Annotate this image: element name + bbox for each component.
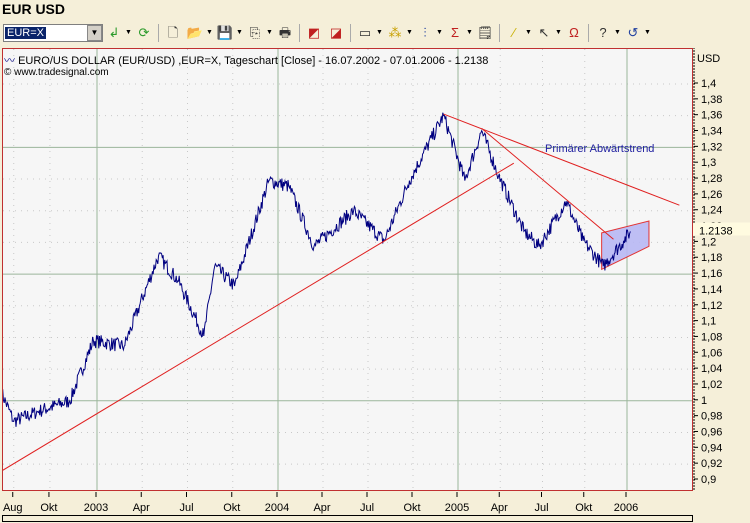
x-tick-label: Okt (575, 502, 592, 514)
dropdown-arrow-icon[interactable]: ▼ (206, 29, 214, 36)
y-tick-label: 1,3 (701, 157, 716, 169)
help-icon[interactable]: ? (594, 24, 612, 42)
x-tick-label: 2005 (445, 502, 469, 514)
indicator-icon[interactable]: ⁂ (386, 24, 404, 42)
separator (588, 23, 589, 42)
y-tick-label: 1,26 (701, 189, 722, 201)
copy-icon[interactable]: ⎘ (246, 24, 264, 42)
chart-header: 〰 EURO/US DOLLAR (EUR/USD) ,EUR=X, Tages… (4, 52, 488, 68)
price-axis[interactable]: 1,41,381,361,341,321,31,281,261,241,221,… (693, 47, 750, 491)
dropdown-arrow-icon[interactable]: ▼ (525, 29, 533, 36)
y-tick-label: 0,92 (701, 458, 722, 470)
dropdown-arrow-icon[interactable]: ▼ (266, 29, 274, 36)
dropdown-arrow-icon[interactable]: ▼ (555, 29, 563, 36)
y-tick-label: 1,28 (701, 173, 722, 185)
separator (350, 23, 351, 42)
x-tick-label: Apr (313, 502, 330, 514)
x-tick-label: Aug (3, 502, 23, 514)
y-tick-label: 1,06 (701, 347, 722, 359)
price-chart[interactable]: Primärer Abwärtstrend (0, 49, 692, 490)
x-tick-label: Apr (133, 502, 150, 514)
line-chart-icon: 〰 (4, 55, 15, 67)
chevron-down-icon[interactable]: ▼ (87, 24, 102, 41)
y-tick-label: 1,1 (701, 316, 716, 328)
chart-plot-area[interactable]: Primärer Abwärtstrend (0, 48, 693, 491)
symbol-value[interactable]: EUR=X (5, 26, 46, 39)
x-tick-label: Jul (360, 502, 374, 514)
y-tick-label: 1,36 (701, 110, 722, 122)
toolbar: EUR=X ▼ ↲ ▼ ⟳ 🗋 📂 ▼ 💾 ▼ ⎘ ▼ 🖶 ◩ ◪ ▭ ▼ ⁂ ▼ ⫶ ▼ Σ ▼… (0, 20, 750, 45)
x-tick-label: 2004 (265, 502, 289, 514)
y-tick-label: 1,34 (701, 126, 722, 138)
separator (299, 23, 300, 42)
x-tick-label: Okt (403, 502, 420, 514)
y-tick-label: 0,9 (701, 474, 716, 486)
trendline-primary-downtrend (443, 113, 680, 206)
y-tick-label: 0,94 (701, 442, 722, 454)
x-tick-label: 2006 (614, 502, 638, 514)
open-folder-icon[interactable]: 📂 (186, 24, 204, 42)
chart-forward-icon[interactable]: ◪ (327, 24, 345, 42)
y-tick-label: 1,4 (701, 78, 716, 90)
go-arrow-icon[interactable]: ↲ (105, 24, 123, 42)
separator (158, 23, 159, 42)
y-tick-label: 1,14 (701, 284, 722, 296)
x-tick-label: Jul (179, 502, 193, 514)
symbol-select[interactable]: EUR=X ▼ (3, 23, 103, 42)
chart-back-icon[interactable]: ◩ (305, 24, 323, 42)
dropdown-arrow-icon[interactable]: ▼ (376, 29, 384, 36)
trend-annotation: Primärer Abwärtstrend (545, 143, 654, 155)
window-title: EUR USD (2, 1, 66, 17)
y-tick-label: 1,32 (701, 141, 722, 153)
separator (499, 23, 500, 42)
y-tick-label: 1 (701, 395, 707, 407)
refresh-icon[interactable]: ⟳ (135, 24, 153, 42)
y-tick-label: 1,04 (701, 363, 722, 375)
y-tick-label: 0,98 (701, 411, 722, 423)
window-icon[interactable]: ▭ (356, 24, 374, 42)
y-tick-label: 1,08 (701, 331, 722, 343)
copyright: © www.tradesignal.com (4, 67, 109, 78)
x-tick-label: Jul (534, 502, 548, 514)
print-icon[interactable]: 🖶 (276, 24, 294, 42)
y-tick-label: 1,38 (701, 94, 722, 106)
y-tick-label: 1,18 (701, 252, 722, 264)
x-tick-label: 2003 (84, 502, 108, 514)
strategy-icon[interactable]: ⫶ (416, 24, 434, 42)
y-tick-label: 1,2 (701, 236, 716, 248)
y-tick-label: 1,24 (701, 205, 722, 217)
y-tick-label: 1,12 (701, 300, 722, 312)
dropdown-arrow-icon[interactable]: ▼ (644, 29, 652, 36)
x-tick-label: Okt (40, 502, 57, 514)
dropdown-arrow-icon[interactable]: ▼ (125, 29, 133, 36)
y-tick-label: 1,16 (701, 268, 722, 280)
undo-icon[interactable]: ↺ (624, 24, 642, 42)
properties-icon[interactable]: 🗒 (476, 24, 494, 42)
last-price-label: 1.2138 (699, 225, 733, 237)
save-icon[interactable]: 💾 (216, 24, 234, 42)
cursor-icon[interactable]: ↖ (535, 24, 553, 42)
dropdown-arrow-icon[interactable]: ▼ (236, 29, 244, 36)
chart-header-text: EURO/US DOLLAR (EUR/USD) ,EUR=X, Tagesch… (18, 55, 489, 67)
draw-line-icon[interactable]: ⁄ (505, 24, 523, 42)
dropdown-arrow-icon[interactable]: ▼ (614, 29, 622, 36)
x-tick-label: Apr (491, 502, 508, 514)
magnet-icon[interactable]: Ω (565, 24, 583, 42)
new-document-icon[interactable]: 🗋 (164, 24, 182, 42)
y-tick-label: 0,96 (701, 426, 722, 438)
horizontal-scrollbar[interactable] (2, 515, 693, 522)
x-tick-label: Okt (223, 502, 240, 514)
dropdown-arrow-icon[interactable]: ▼ (406, 29, 414, 36)
dropdown-arrow-icon[interactable]: ▼ (466, 29, 474, 36)
axis-unit: USD (697, 53, 720, 65)
dropdown-arrow-icon[interactable]: ▼ (436, 29, 444, 36)
sigma-icon[interactable]: Σ (446, 24, 464, 42)
y-tick-label: 1,02 (701, 379, 722, 391)
